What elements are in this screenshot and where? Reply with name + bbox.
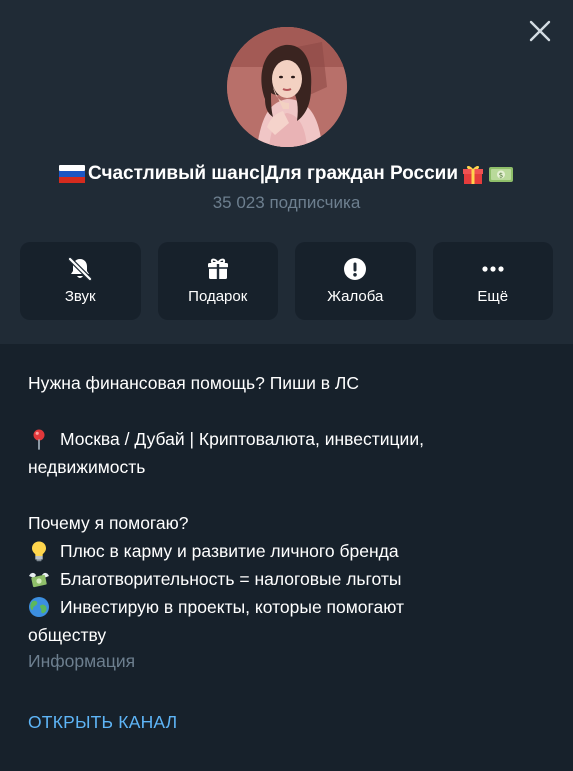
- channel-header: Счастливый шанс|Для граждан России $ 35 …: [0, 0, 573, 344]
- reason-charity-text: Благотворительность = налоговые льготы: [60, 569, 402, 589]
- money-icon: $: [489, 167, 514, 182]
- description-line: Плюс в карму и развитие личного бренда: [28, 537, 548, 565]
- close-icon[interactable]: [526, 17, 554, 45]
- info-label: Информация: [28, 651, 136, 671]
- more-button[interactable]: Ещё: [432, 242, 553, 320]
- channel-description: Нужна финансовая помощь? Пиши в ЛС Москв…: [28, 369, 548, 649]
- location-text: Москва / Дубай | Криптовалюта, инвестици…: [60, 429, 424, 449]
- reason-invest-text: Инвестирую в проекты, которые помогают: [60, 597, 405, 617]
- channel-title: Счастливый шанс|Для граждан России: [87, 163, 459, 184]
- subscriber-count: 35 023 подписчика: [212, 193, 361, 212]
- report-label: Жалоба: [327, 288, 384, 305]
- mute-label: Звук: [64, 288, 96, 305]
- description-line: обществу: [28, 625, 107, 645]
- money-wings-icon: [29, 572, 49, 588]
- report-button[interactable]: Жалоба: [295, 242, 416, 320]
- description-line: Инвестирую в проекты, которые помогают: [28, 593, 548, 621]
- open-channel-button[interactable]: ОТКРЫТЬ КАНАЛ: [28, 712, 177, 733]
- bell-muted-icon: [68, 256, 93, 282]
- reason-karma-text: Плюс в карму и развитие личного бренда: [60, 541, 399, 561]
- channel-title-row: Счастливый шанс|Для граждан России $: [0, 158, 573, 190]
- russia-flag-icon: [58, 165, 85, 183]
- description-line: Москва / Дубай | Криптовалюта, инвестици…: [28, 425, 548, 453]
- more-label: Ещё: [477, 288, 509, 305]
- svg-text:$: $: [499, 172, 503, 180]
- pin-icon: [33, 429, 45, 450]
- gift-icon: [463, 165, 484, 184]
- description-line: Благотворительность = налоговые льготы: [28, 565, 548, 593]
- avatar[interactable]: [227, 27, 347, 147]
- gift-button[interactable]: Подарок: [157, 242, 278, 320]
- description-line: Нужна финансовая помощь? Пиши в ЛС: [28, 373, 360, 393]
- description-line: Почему я помогаю?: [28, 513, 189, 533]
- globe-icon: [29, 597, 49, 617]
- more-icon: [482, 266, 504, 272]
- lightbulb-icon: [32, 541, 46, 562]
- action-buttons: Звук Подарок Жалоба Ещё: [20, 242, 553, 320]
- gift-label: Подарок: [188, 288, 248, 305]
- mute-button[interactable]: Звук: [20, 242, 141, 320]
- gift-icon: [207, 258, 228, 279]
- description-line: недвижимость: [28, 457, 146, 477]
- warning-icon: [344, 258, 367, 280]
